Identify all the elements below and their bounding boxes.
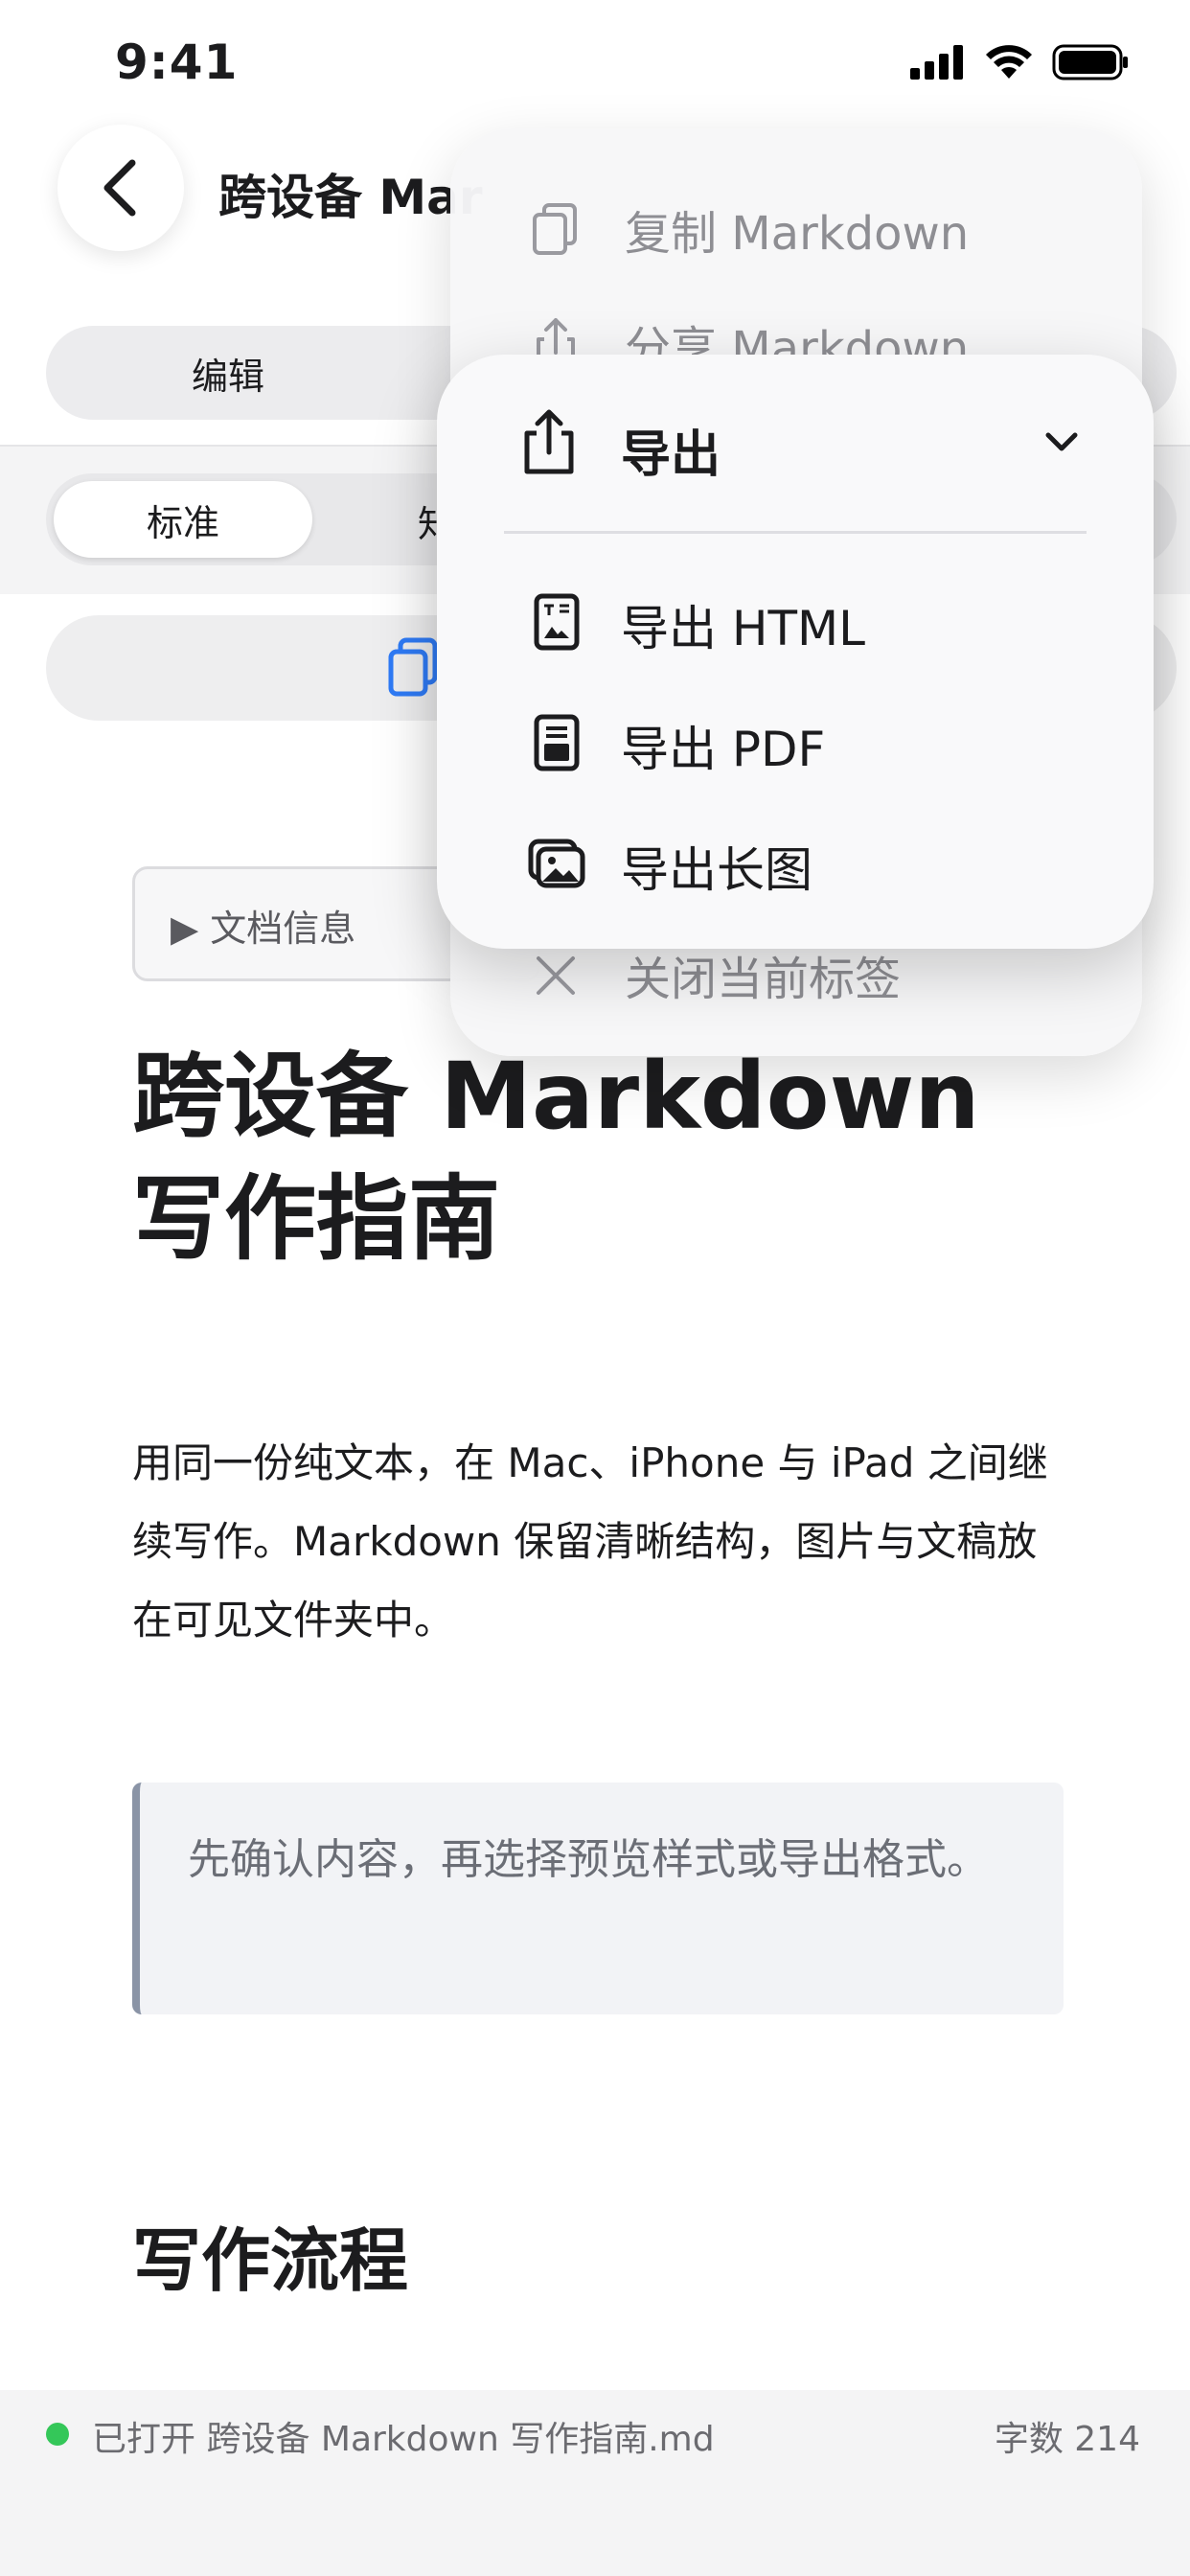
cellular-signal-icon (910, 45, 963, 80)
tab-style-standard[interactable]: 标准 (54, 481, 312, 558)
copy-icon (388, 637, 438, 697)
long-image-icon (528, 839, 585, 888)
battery-icon (1052, 44, 1128, 80)
tab-edit[interactable]: 编辑 (46, 326, 410, 420)
menu-item-label: 导出 PDF (621, 722, 826, 777)
word-count: 字数 214 (994, 2420, 1140, 2459)
section-heading: 写作流程 (132, 2220, 409, 2301)
status-icons (910, 44, 1129, 80)
export-icon (524, 409, 574, 474)
html-doc-icon (534, 593, 580, 651)
document-info-label: ▶ 文档信息 (171, 908, 356, 950)
document-paragraph: 用同一份纯文本，在 Mac、iPhone 与 iPad 之间继续写作。Markd… (132, 1439, 1048, 1644)
menu-item-label: 导出长图 (621, 842, 812, 898)
wifi-icon (986, 45, 1032, 79)
menu-item-label: 复制 Markdown (625, 207, 970, 261)
status-file-name: 已打开 跨设备 Markdown 写作指南.md (92, 2420, 715, 2459)
close-icon (537, 956, 575, 995)
document-heading: 跨设备 Markdown 写作指南 (132, 1043, 980, 1273)
chevron-left-icon (103, 159, 136, 217)
blockquote-text: 先确认内容，再选择预览样式或导出格式。 (188, 1835, 989, 1884)
pdf-doc-icon (534, 714, 580, 771)
menu-item-export-long-image[interactable]: 导出长图 (437, 811, 1154, 916)
chevron-down-icon[interactable] (1042, 427, 1081, 456)
document-title: 跨设备 Mar (218, 170, 483, 225)
status-indicator (46, 2423, 69, 2446)
menu-item-copy-markdown[interactable]: 复制 Markdown (450, 176, 1142, 282)
copy-doc-icon (533, 203, 577, 255)
menu-item-label: 导出 HTML (621, 601, 866, 656)
menu-divider (504, 531, 1087, 534)
menu-item-export-pdf[interactable]: 导出 PDF (437, 690, 1154, 795)
menu-item-export-html[interactable]: 导出 HTML (437, 569, 1154, 675)
export-menu-header[interactable]: 导出 (621, 414, 721, 486)
status-time: 9:41 (115, 34, 239, 90)
back-button[interactable] (57, 125, 184, 251)
menu-item-label: 关闭当前标签 (625, 953, 902, 1006)
